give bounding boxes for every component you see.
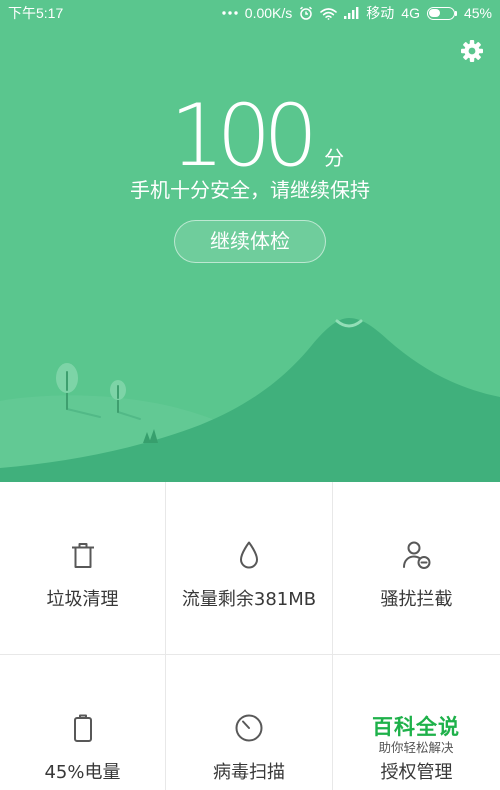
more-dots-icon — [222, 11, 238, 15]
gear-icon — [461, 40, 483, 62]
user-block-icon — [402, 540, 432, 570]
tool-battery[interactable]: 45%电量 — [0, 655, 166, 790]
network-type: 4G — [401, 5, 420, 21]
network-speed: 0.00K/s — [244, 5, 293, 21]
tool-label: 授权管理 — [380, 762, 453, 783]
watermark-logo: 百科全说 助你轻松解决 — [358, 714, 474, 756]
wifi-icon — [320, 7, 338, 20]
tool-data-usage[interactable]: 流量剩余381MB — [166, 482, 333, 655]
tool-block-harassment[interactable]: 骚扰拦截 — [333, 482, 500, 655]
battery-percent: 45% — [463, 5, 492, 21]
tool-label: 45%电量 — [44, 762, 121, 783]
tool-virus-scan[interactable]: 病毒扫描 — [166, 655, 333, 790]
battery-icon — [426, 6, 457, 20]
trash-icon — [68, 540, 98, 570]
timer-scan-icon — [234, 713, 264, 743]
drop-icon — [234, 540, 264, 570]
tool-label: 垃圾清理 — [46, 589, 119, 610]
battery-icon — [68, 713, 98, 743]
status-bar: 下午5:17 0.00K/s 移动 4G 45% — [0, 0, 500, 26]
signal-icon — [344, 7, 359, 19]
settings-button[interactable] — [460, 39, 484, 63]
security-header: 下午5:17 0.00K/s 移动 4G 45% 100 分 手机十分安全，请继… — [0, 0, 500, 482]
status-time: 下午5:17 — [8, 5, 64, 21]
score-value: 100 — [169, 86, 318, 186]
alarm-icon — [299, 6, 313, 20]
watermark-subtitle: 助你轻松解决 — [378, 740, 454, 755]
battery-fill — [429, 9, 440, 17]
tool-label: 病毒扫描 — [213, 762, 285, 783]
carrier-name: 移动 — [366, 5, 395, 21]
watermark-title: 百科全说 — [372, 715, 460, 739]
status-indicators: 0.00K/s 移动 4G 45% — [222, 4, 492, 22]
continue-check-button[interactable]: 继续体检 — [174, 220, 326, 263]
score-unit: 分 — [324, 146, 345, 170]
status-message: 手机十分安全，请继续保持 — [130, 178, 370, 202]
tool-label: 骚扰拦截 — [380, 589, 453, 610]
tool-cleanup[interactable]: 垃圾清理 — [0, 482, 166, 655]
tool-label: 流量剩余381MB — [181, 589, 317, 610]
